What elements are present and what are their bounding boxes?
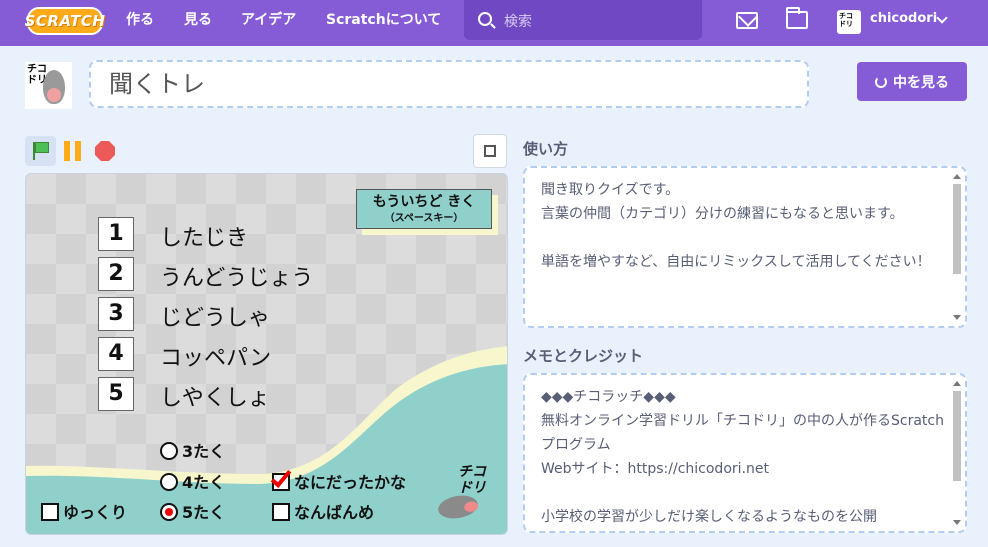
my-stuff-folder-icon[interactable] [786,7,808,29]
option-label: 3たく [182,442,226,461]
word-number: 5 [98,377,134,411]
scroll-down-icon[interactable] [953,520,961,525]
notes-text: ◆◆◆チコラッチ◆◆◆ 無料オンライン学習ドリル「チコドリ」の中の人が作るScr… [541,389,944,525]
nav-link-create[interactable]: 作る [126,0,154,46]
see-inside-button[interactable]: 中を見る [857,62,967,101]
radio-icon [160,442,178,460]
word-number: 1 [98,217,134,251]
option-label: なにだったかな [294,473,407,492]
bird-belly [47,88,61,102]
fullscreen-button[interactable] [473,134,507,168]
option-what-was-it[interactable]: なにだったかな [270,466,407,492]
instructions-field[interactable]: 聞き取りクイズです。 言葉の仲間（カテゴリ）分けの練習にもなると思います。 単語… [523,166,967,328]
option-4-choices[interactable]: 4たく [160,469,226,492]
nav-link-ideas[interactable]: アイデア [241,0,296,46]
checkbox-icon [272,503,290,521]
scroll-thumb[interactable] [953,184,961,274]
search-input[interactable]: 検索 [464,0,702,40]
option-label: ゆっくり [63,503,128,522]
search-icon [478,12,492,26]
instructions-scrollbar[interactable] [951,174,963,320]
notes-scrollbar[interactable] [951,381,963,525]
replay-key-hint: （スペースキー） [384,213,464,224]
word-text: じどうしゃ [160,306,271,331]
stop-icon[interactable] [95,141,115,161]
nav-link-about[interactable]: Scratchについて [326,0,441,46]
project-stage[interactable]: もういちど きく （スペースキー） 1 したじき 2 うんどうじょう 3 じどう… [25,173,508,535]
option-label: 5たく [182,503,226,522]
pause-icon[interactable] [63,141,83,161]
search-placeholder: 検索 [504,14,532,30]
user-avatar[interactable]: チコ ドリ [837,10,861,34]
check-mark-icon [270,466,292,488]
see-inside-icon [875,75,887,88]
chevron-down-icon[interactable] [936,12,948,24]
scroll-up-icon[interactable] [953,174,961,179]
notes-field[interactable]: ◆◆◆チコラッチ◆◆◆ 無料オンライン学習ドリル「チコドリ」の中の人が作るScr… [523,373,967,533]
project-title-field[interactable]: 聞くトレ [89,60,809,108]
scratch-logo[interactable]: SCRATCH [25,7,105,35]
word-number: 3 [98,297,134,331]
checkbox-icon [41,503,59,521]
word-text: しやくしょ [160,386,270,411]
instructions-text: 聞き取りクイズです。 言葉の仲間（カテゴリ）分けの練習にもなると思います。 単語… [541,182,931,270]
option-position[interactable]: なんばんめ [272,499,375,522]
replay-label: もういちど きく [372,194,476,210]
green-flag-icon [35,142,49,153]
owner-avatar[interactable]: チコ ドリ [25,62,72,109]
scroll-down-icon[interactable] [953,315,961,320]
word-number: 2 [98,257,134,291]
stage-logo: チコ ドリ [458,464,486,496]
checkbox-checked-icon [270,466,292,491]
option-slow[interactable]: ゆっくり [41,499,128,522]
nav-link-explore[interactable]: 見る [184,0,212,46]
radio-selected-icon [160,503,178,521]
instructions-heading: 使い方 [523,140,569,158]
option-5-choices[interactable]: 5たく [160,499,226,522]
see-inside-label: 中を見る [893,74,949,91]
word-text: したじき [160,226,249,251]
username[interactable]: chicodori [870,11,937,26]
scroll-thumb[interactable] [953,391,961,481]
replay-button[interactable]: もういちど きく （スペースキー） [356,189,492,229]
radio-icon [160,473,178,491]
fullscreen-icon-corner [489,150,496,157]
word-text: コッペパン [160,346,272,371]
top-nav-bar: SCRATCH 作る 見る アイデア Scratchについて 検索 チコ ドリ … [0,0,988,46]
messages-icon[interactable] [736,12,758,29]
green-flag-button[interactable] [25,136,56,166]
option-label: なんばんめ [294,503,375,522]
option-label: 4たく [182,473,226,492]
option-3-choices[interactable]: 3たく [160,438,226,461]
word-number: 4 [98,337,134,371]
notes-heading: メモとクレジット [523,347,644,365]
scroll-up-icon[interactable] [953,381,961,386]
word-text: うんどうじょう [160,266,314,291]
